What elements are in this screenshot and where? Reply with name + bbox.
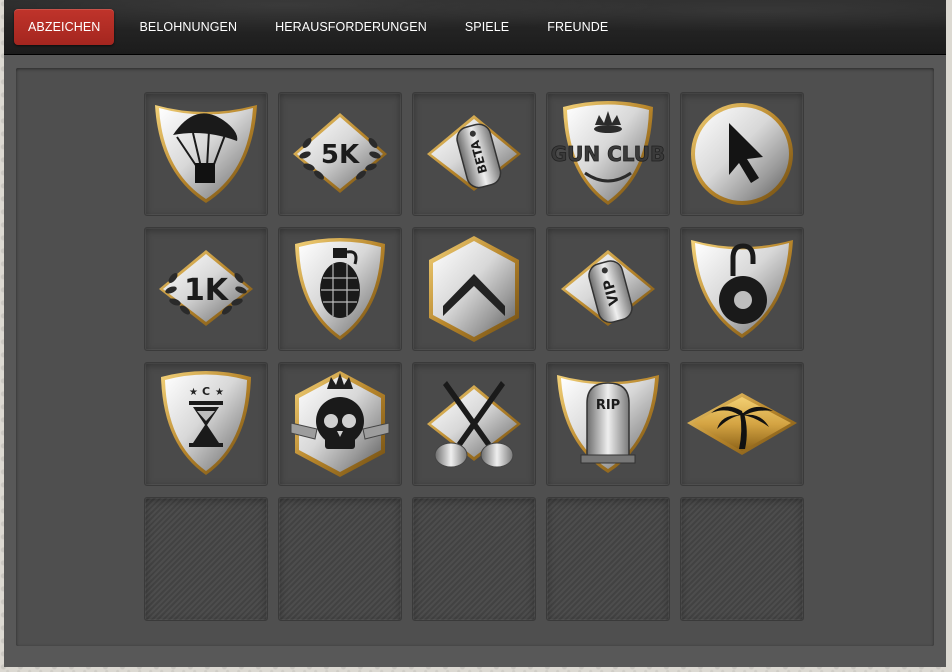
tab-herausforderungen[interactable]: HERAUSFORDERUNGEN xyxy=(256,9,446,45)
padlock-shield-icon xyxy=(691,240,793,338)
empty-badge-slot xyxy=(278,497,402,621)
badge-slot[interactable] xyxy=(278,227,402,351)
tab-freunde[interactable]: FREUNDE xyxy=(528,9,627,45)
vip-dogtag-diamond-icon: VIP xyxy=(561,250,655,326)
empty-badge-slot xyxy=(680,497,804,621)
beta-dogtag-diamond-icon: BETA xyxy=(427,115,521,191)
tab-abzeichen[interactable]: ABZEICHEN xyxy=(14,9,115,45)
star-icon: ★ xyxy=(189,387,198,398)
empty-badge-slot xyxy=(144,497,268,621)
badge-slot[interactable]: BETA xyxy=(412,92,536,216)
badge-label: C xyxy=(202,385,210,398)
empty-badge-slot xyxy=(546,497,670,621)
empty-badge-slot xyxy=(412,497,536,621)
badges-panel: 5K BETA GUN CLUB 1K VIP ★ ★ C RIP xyxy=(4,55,946,667)
badge-label: 5K xyxy=(321,140,360,170)
badge-slot[interactable] xyxy=(144,92,268,216)
badges-panel-inner: 5K BETA GUN CLUB 1K VIP ★ ★ C RIP xyxy=(16,68,934,646)
badge-slot[interactable]: ★ ★ C xyxy=(144,362,268,486)
badge-slot[interactable] xyxy=(278,362,402,486)
badge-slot[interactable] xyxy=(412,227,536,351)
badge-label: RIP xyxy=(596,398,620,413)
badge-slot[interactable]: GUN CLUB xyxy=(546,92,670,216)
badge-slot[interactable] xyxy=(412,362,536,486)
rip-tombstone-shield-icon: RIP xyxy=(557,375,659,473)
tab-belohnungen[interactable]: BELOHNUNGEN xyxy=(120,9,256,45)
badge-label: 1K xyxy=(184,273,230,308)
badge-slot[interactable] xyxy=(680,362,804,486)
5k-laurel-diamond-icon: 5K xyxy=(293,113,387,193)
grenade-shield-icon xyxy=(295,238,385,340)
crossed-knives-diamond-icon xyxy=(427,381,521,468)
cursor-circle-icon xyxy=(691,103,793,205)
top-navigation-bar: ABZEICHEN BELOHNUNGEN HERAUSFORDERUNGEN … xyxy=(4,0,946,55)
badge-grid: 5K BETA GUN CLUB 1K VIP ★ ★ C RIP xyxy=(144,92,804,621)
hourglass-shield-icon: ★ ★ C xyxy=(161,371,251,475)
badge-slot[interactable] xyxy=(680,227,804,351)
star-icon: ★ xyxy=(215,387,224,398)
badge-slot[interactable]: 1K xyxy=(144,227,268,351)
badge-slot[interactable]: 5K xyxy=(278,92,402,216)
badge-slot[interactable] xyxy=(680,92,804,216)
parachute-shield-icon xyxy=(155,105,257,203)
gun-club-shield-icon: GUN CLUB xyxy=(550,101,666,205)
badge-slot[interactable]: VIP xyxy=(546,227,670,351)
badge-label: GUN CLUB xyxy=(551,142,666,166)
1k-laurel-diamond-icon: 1K xyxy=(159,250,253,326)
tab-spiele[interactable]: SPIELE xyxy=(446,9,528,45)
chevron-rank-hexagon-icon xyxy=(429,236,519,342)
crowned-skull-hexagon-icon xyxy=(290,371,390,477)
palm-tree-gold-diamond-icon xyxy=(687,393,797,455)
nav-tabs: ABZEICHEN BELOHNUNGEN HERAUSFORDERUNGEN … xyxy=(14,9,627,45)
badge-slot[interactable]: RIP xyxy=(546,362,670,486)
